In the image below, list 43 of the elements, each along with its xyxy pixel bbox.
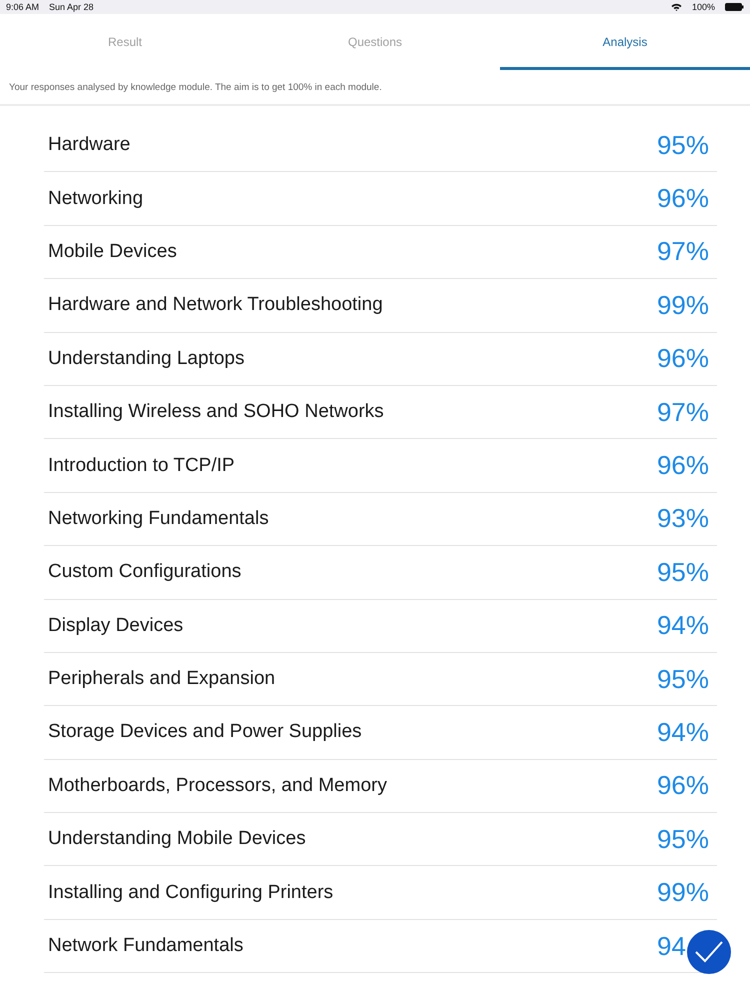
module-score: 95% (656, 824, 709, 855)
module-score: 95% (656, 556, 709, 588)
module-name: Display Devices (48, 614, 184, 637)
tab[interactable]: Analysis (500, 14, 750, 70)
module-name: Understanding Laptops (48, 348, 244, 370)
battery-icon (725, 3, 744, 11)
done-button[interactable] (687, 930, 731, 974)
module-name: Peripherals and Expansion (48, 668, 276, 690)
module-score: 96% (656, 450, 709, 482)
status-time: 9:06 AM (6, 2, 40, 12)
module-score: 99% (656, 290, 709, 321)
module-name: Hardware (48, 134, 130, 156)
module-name: Understanding Mobile Devices (48, 828, 306, 850)
tab[interactable]: Result (0, 14, 250, 70)
module-score: 95% (656, 664, 709, 695)
module-name: Custom Configurations (48, 561, 242, 584)
module-score: 97% (656, 396, 709, 428)
module-name: Networking Fundamentals (48, 508, 269, 530)
module-name: Storage Devices and Power Supplies (48, 721, 362, 744)
checkmark-icon (694, 940, 724, 964)
description-text: Your responses analysed by knowledge module. The aim is to get 100% in each module. (0, 70, 750, 106)
module-score: 96% (656, 183, 709, 214)
module-score: 96% (656, 770, 709, 802)
module-score: 93% (656, 503, 709, 534)
tab[interactable]: Questions (250, 14, 500, 70)
module-score: 99% (656, 877, 709, 908)
module-score: 94% (656, 716, 709, 748)
module-score: 97% (656, 236, 709, 268)
module-name: Networking (48, 188, 144, 210)
module-score: 95% (656, 130, 709, 161)
wifi-icon (670, 3, 682, 11)
status-date: Sun Apr 28 (49, 2, 94, 12)
module-name: Introduction to TCP/IP (48, 454, 235, 477)
module-name: Mobile Devices (48, 240, 177, 263)
module-name: Motherboards, Processors, and Memory (48, 774, 387, 797)
module-name: Hardware and Network Troubleshooting (48, 294, 383, 316)
module-score: 94% (656, 610, 709, 642)
module-name: Network Fundamentals (48, 935, 244, 958)
module-name: Installing Wireless and SOHO Networks (48, 401, 384, 424)
battery-percent: 100% (692, 2, 715, 12)
module-name: Installing and Configuring Printers (48, 882, 334, 904)
module-score: 96% (656, 343, 709, 374)
module-score: 94 (657, 930, 687, 962)
